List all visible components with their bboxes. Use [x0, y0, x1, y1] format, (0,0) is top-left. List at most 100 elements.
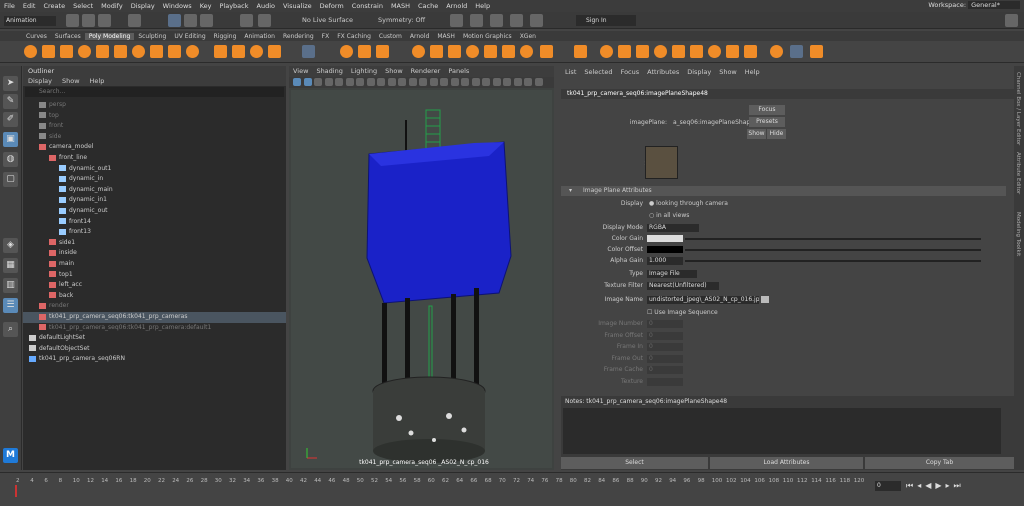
- alpha-gain-field[interactable]: 1.000: [647, 257, 683, 265]
- side-tab[interactable]: Modeling Toolkit: [1015, 212, 1021, 256]
- outliner-menu-help[interactable]: Help: [85, 76, 110, 86]
- viewport-tool-icon[interactable]: [387, 78, 396, 86]
- outliner-row[interactable]: front14: [23, 217, 286, 228]
- select-arrow-icon[interactable]: ➤: [3, 76, 18, 91]
- load-attributes-button[interactable]: Load Attributes: [710, 457, 863, 469]
- outliner-row[interactable]: front_line: [23, 153, 286, 164]
- viewport-tool-icon[interactable]: [429, 78, 438, 86]
- shelf-icon[interactable]: [132, 45, 145, 58]
- menu-item-select[interactable]: Select: [69, 2, 97, 10]
- viewport-tool-icon[interactable]: [356, 78, 364, 86]
- viewport-menu-panels[interactable]: Panels: [444, 66, 473, 77]
- shelf-icon[interactable]: [690, 45, 703, 58]
- shelf-icon[interactable]: [78, 45, 91, 58]
- menu-item-deform[interactable]: Deform: [316, 2, 348, 10]
- shelf-tab-arnold[interactable]: Arnold: [406, 33, 433, 40]
- outliner-row[interactable]: back: [23, 291, 286, 302]
- outliner-row[interactable]: top: [23, 111, 286, 122]
- image-name-field[interactable]: undistorted_jpeg\_AS02_N_cp_016.jpeg: [647, 296, 759, 304]
- menu-item-visualize[interactable]: Visualize: [279, 2, 316, 10]
- shelf-icon[interactable]: [302, 45, 315, 58]
- shelf-icon[interactable]: [654, 45, 667, 58]
- hypershade-icon[interactable]: [530, 14, 543, 27]
- ae-menu-display[interactable]: Display: [683, 66, 715, 78]
- viewport-tool-icon[interactable]: [398, 78, 406, 86]
- shelf-icon[interactable]: [618, 45, 631, 58]
- outliner-row[interactable]: dynamic_out1: [23, 164, 286, 175]
- viewport-menu-lighting[interactable]: Lighting: [347, 66, 381, 77]
- viewport-tool-icon[interactable]: [503, 78, 511, 86]
- viewport-tool-icon[interactable]: [513, 78, 522, 86]
- render-view-icon[interactable]: [450, 14, 463, 27]
- viewport-tool-icon[interactable]: [471, 78, 480, 86]
- side-tab[interactable]: Channel Box / Layer Editor: [1015, 72, 1021, 145]
- save-scene-icon[interactable]: [98, 14, 111, 27]
- viewport-tool-icon[interactable]: [303, 78, 312, 86]
- shelf-icon[interactable]: [268, 45, 281, 58]
- folder-icon[interactable]: [761, 296, 769, 303]
- shelf-icon[interactable]: [340, 45, 353, 58]
- shelf-tab-sculpting[interactable]: Sculpting: [134, 33, 170, 40]
- ae-node-tab[interactable]: tk041_prp_camera_seq06:imagePlaneShape48: [567, 90, 708, 97]
- shelf-tab-fx-caching[interactable]: FX Caching: [333, 33, 375, 40]
- scale-tool-icon[interactable]: ▢: [3, 172, 18, 187]
- ae-menu-focus[interactable]: Focus: [617, 66, 644, 78]
- alpha-gain-slider[interactable]: [685, 260, 981, 262]
- outliner-row[interactable]: top1: [23, 270, 286, 281]
- outliner-row[interactable]: front: [23, 121, 286, 132]
- outliner-row[interactable]: dynamic_in: [23, 174, 286, 185]
- open-scene-icon[interactable]: [82, 14, 95, 27]
- ipr-render-icon[interactable]: [490, 14, 503, 27]
- menu-item-windows[interactable]: Windows: [159, 2, 196, 10]
- menu-item-mash[interactable]: MASH: [387, 2, 414, 10]
- history-icon[interactable]: [240, 14, 253, 27]
- snap-grid-icon[interactable]: [168, 14, 181, 27]
- lasso-icon[interactable]: ✎: [3, 94, 18, 109]
- shelf-icon[interactable]: [24, 45, 37, 58]
- viewport-tool-icon[interactable]: [440, 78, 448, 86]
- hide-button[interactable]: Hide: [767, 129, 786, 139]
- shelf-icon[interactable]: [708, 45, 721, 58]
- viewport-tool-icon[interactable]: [450, 78, 459, 86]
- shelf-icon[interactable]: [232, 45, 245, 58]
- outliner-row[interactable]: inside: [23, 248, 286, 259]
- shelf-tab-rendering[interactable]: Rendering: [279, 33, 318, 40]
- shelf-tab-poly-modeling[interactable]: Poly Modeling: [84, 32, 135, 40]
- shelf-tab-curves[interactable]: Curves: [22, 33, 51, 40]
- timeline[interactable]: 2 4 6 8 10 12 14 16 18 20 22 24 26 28 30 32 34 36 38 40 42 44…: [0, 472, 1024, 506]
- two-view-icon[interactable]: ▥: [3, 278, 18, 293]
- shelf-icon[interactable]: [466, 45, 479, 58]
- snap-point-icon[interactable]: [200, 14, 213, 27]
- render-icon[interactable]: [258, 14, 271, 27]
- shelf-tab-custom[interactable]: Custom: [375, 33, 406, 40]
- shelf-icon[interactable]: [574, 45, 587, 58]
- copy-tab-button[interactable]: Copy Tab: [865, 457, 1014, 469]
- side-tab[interactable]: Attribute Editor: [1015, 152, 1021, 194]
- symmetry[interactable]: Symmetry: Off: [378, 16, 425, 24]
- shelf-icon[interactable]: [412, 45, 425, 58]
- shelf-icon[interactable]: [520, 45, 533, 58]
- focus-button[interactable]: Focus: [749, 105, 785, 115]
- outliner-row[interactable]: side: [23, 132, 286, 143]
- outliner-row[interactable]: dynamic_in1: [23, 195, 286, 206]
- color-gain-slider[interactable]: [685, 238, 981, 240]
- color-gain-swatch[interactable]: [647, 235, 683, 242]
- viewport-canvas[interactable]: [289, 88, 554, 470]
- viewport-menu-renderer[interactable]: Renderer: [407, 66, 445, 77]
- viewport-tool-icon[interactable]: [482, 78, 490, 86]
- outliner-menu-display[interactable]: Display: [23, 76, 57, 86]
- ae-menu-help[interactable]: Help: [741, 66, 764, 78]
- new-scene-icon[interactable]: [66, 14, 79, 27]
- shelf-icon[interactable]: [376, 45, 389, 58]
- outliner-row[interactable]: tk041_prp_camera_seq06RN: [23, 354, 286, 365]
- viewport-tool-icon[interactable]: [492, 78, 501, 86]
- outliner-layout-icon[interactable]: ☰: [3, 298, 18, 313]
- shelf-icon[interactable]: [744, 45, 757, 58]
- outliner-row[interactable]: tk041_prp_camera_seq06:tk041_prp_cameras: [23, 312, 286, 323]
- presets-button[interactable]: Presets: [749, 117, 785, 127]
- render-settings-icon[interactable]: [510, 14, 523, 27]
- shelf-icon[interactable]: [502, 45, 515, 58]
- shelf-icon[interactable]: [60, 45, 73, 58]
- outliner-row[interactable]: dynamic_out: [23, 206, 286, 217]
- outliner-row[interactable]: defaultObjectSet: [23, 344, 286, 355]
